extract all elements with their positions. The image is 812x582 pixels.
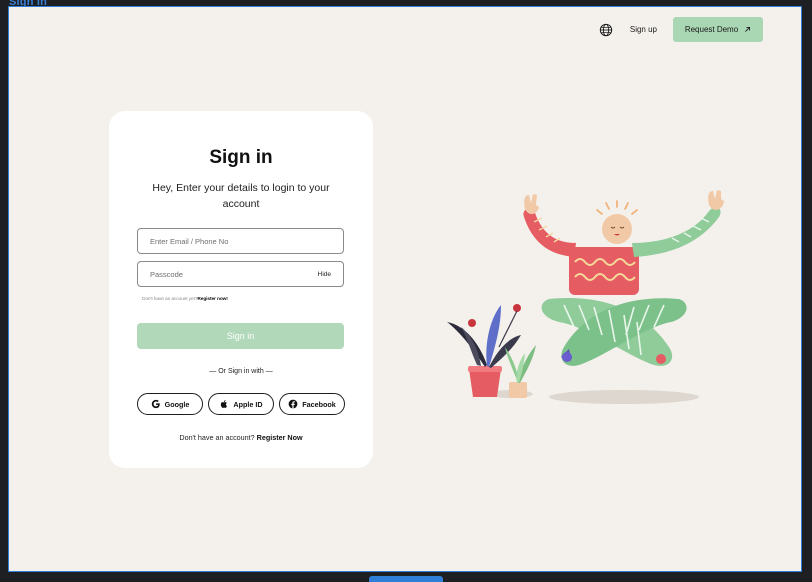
subtitle: Hey, Enter your details to login to your… — [152, 182, 330, 210]
email-placeholder: Enter Email / Phone No — [150, 236, 229, 246]
bottom-register: Don't have an account? Register Now — [109, 433, 373, 442]
google-label: Google — [164, 399, 190, 409]
register-hint-text: Don't have an account yet? — [142, 297, 198, 302]
facebook-icon — [288, 399, 298, 409]
apple-sign-in-button[interactable]: Apple ID — [208, 393, 274, 415]
register-now-bottom-link[interactable]: Register Now — [257, 433, 303, 442]
social-buttons: Google Apple ID Facebook — [137, 393, 345, 415]
or-divider: — Or Sign in with — — [209, 368, 273, 375]
request-demo-button[interactable]: Request Demo — [673, 17, 763, 42]
facebook-sign-in-button[interactable]: Facebook — [279, 393, 345, 415]
sign-in-page: Sign up Request Demo Sign in Hey, Enter … — [8, 6, 802, 572]
globe-icon[interactable] — [599, 23, 613, 37]
sign-up-link[interactable]: Sign up — [630, 25, 657, 34]
sign-in-button[interactable]: Sign in — [137, 323, 344, 349]
sign-in-card: Sign in Hey, Enter your details to login… — [109, 111, 373, 468]
bottom-tab-indicator — [369, 576, 443, 582]
register-hint: Don't have an account yet?Register now! — [142, 297, 228, 302]
email-field[interactable]: Enter Email / Phone No — [137, 228, 344, 254]
hide-password-toggle[interactable]: Hide — [318, 271, 331, 278]
bottom-register-text: Don't have an account? — [179, 433, 255, 442]
page-title: Sign in — [209, 147, 273, 168]
character-illustration — [439, 177, 739, 417]
request-demo-label: Request Demo — [684, 25, 739, 34]
apple-icon — [219, 399, 229, 409]
apple-label: Apple ID — [233, 399, 263, 409]
passcode-placeholder: Passcode — [150, 269, 183, 279]
facebook-label: Facebook — [302, 399, 336, 409]
arrow-up-right-icon — [744, 26, 751, 33]
google-sign-in-button[interactable]: Google — [137, 393, 203, 415]
top-nav: Sign up Request Demo — [599, 17, 763, 42]
register-now-link[interactable]: Register now! — [197, 297, 228, 302]
google-icon — [151, 399, 161, 409]
passcode-field[interactable]: Passcode Hide — [137, 261, 344, 287]
